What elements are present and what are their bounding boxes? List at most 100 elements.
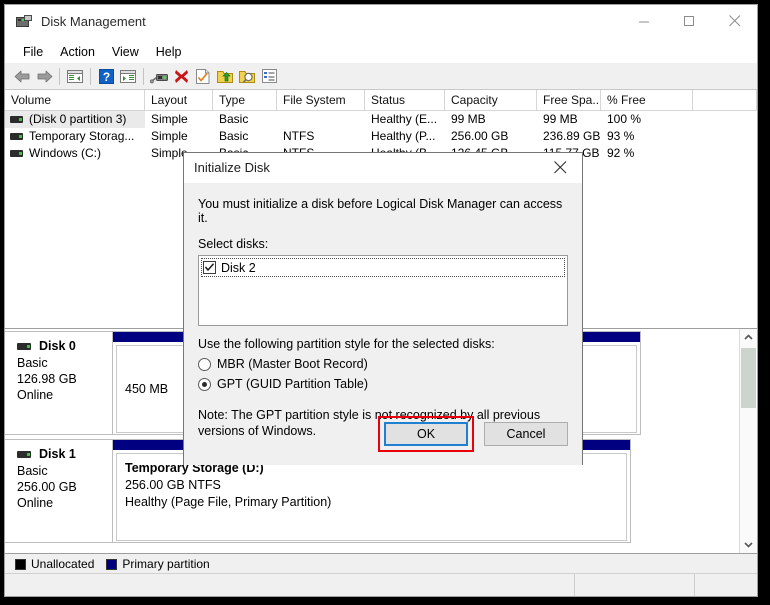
column-header-volume[interactable]: Volume bbox=[5, 90, 145, 110]
list-item[interactable]: Disk 2 bbox=[202, 259, 564, 276]
disk-title: Disk 0 bbox=[17, 339, 112, 353]
menu-bar: File Action View Help bbox=[5, 40, 757, 63]
disk-listbox[interactable]: Disk 2 bbox=[198, 255, 568, 326]
legend-label: Unallocated bbox=[31, 557, 94, 571]
cell-volume: (Disk 0 partition 3) bbox=[5, 111, 145, 128]
status-pane-1 bbox=[575, 574, 695, 596]
table-row[interactable]: (Disk 0 partition 3) Simple Basic Health… bbox=[5, 111, 757, 128]
cell-free-space: 99 MB bbox=[537, 111, 601, 128]
partition-size: 450 MB bbox=[125, 381, 168, 398]
menu-help[interactable]: Help bbox=[148, 42, 191, 62]
radio-mbr-indicator[interactable] bbox=[198, 358, 211, 371]
dialog-title-bar: Initialize Disk bbox=[184, 153, 582, 183]
legend-item-primary-partition: Primary partition bbox=[106, 557, 209, 571]
caption-buttons bbox=[622, 5, 757, 37]
column-header-capacity[interactable]: Capacity bbox=[445, 90, 537, 110]
initialize-disk-dialog: Initialize Disk You must initialize a di… bbox=[183, 152, 583, 465]
details-view-icon[interactable] bbox=[258, 65, 280, 87]
column-header-layout[interactable]: Layout bbox=[145, 90, 213, 110]
disk-info-1[interactable]: Disk 1 Basic 256.00 GB Online bbox=[5, 439, 113, 543]
partition-size: 256.00 GB NTFS bbox=[125, 477, 618, 494]
column-header-percent-free[interactable]: % Free bbox=[601, 90, 693, 110]
dialog-intro-text: You must initialize a disk before Logica… bbox=[198, 183, 568, 225]
show-hide-console-tree-icon[interactable] bbox=[64, 65, 86, 87]
menu-view[interactable]: View bbox=[104, 42, 148, 62]
cell-type: Basic bbox=[213, 128, 277, 145]
disk-name: Disk 0 bbox=[39, 339, 76, 353]
search-icon[interactable] bbox=[236, 65, 258, 87]
cell-status: Healthy (E... bbox=[365, 111, 445, 128]
help-icon[interactable]: ? bbox=[95, 65, 117, 87]
cell-volume: Temporary Storag... bbox=[5, 128, 145, 145]
toolbar-separator bbox=[90, 68, 91, 85]
toolbar-separator bbox=[59, 68, 60, 85]
toolbar: ? bbox=[5, 63, 757, 90]
export-list-icon[interactable] bbox=[214, 65, 236, 87]
select-disks-label: Select disks: bbox=[198, 237, 568, 251]
back-icon[interactable] bbox=[11, 65, 33, 87]
cancel-button[interactable]: Cancel bbox=[484, 422, 568, 446]
disk-management-icon bbox=[16, 15, 32, 29]
disk-info-0[interactable]: Disk 0 Basic 126.98 GB Online bbox=[5, 331, 113, 435]
column-header-type[interactable]: Type bbox=[213, 90, 277, 110]
toolbar-separator bbox=[143, 68, 144, 85]
properties-icon[interactable] bbox=[192, 65, 214, 87]
close-button[interactable] bbox=[712, 5, 757, 37]
disk-state: Online bbox=[17, 495, 112, 511]
disk-name: Disk 1 bbox=[39, 447, 76, 461]
column-header-blank[interactable] bbox=[693, 90, 757, 110]
scroll-down-icon[interactable] bbox=[740, 536, 757, 553]
cell-volume: Windows (C:) bbox=[5, 145, 145, 162]
maximize-button[interactable] bbox=[667, 5, 712, 37]
radio-mbr-label: MBR (Master Boot Record) bbox=[217, 357, 368, 371]
cell-free-space: 236.89 GB bbox=[537, 128, 601, 145]
disk-label: Disk 2 bbox=[221, 261, 256, 275]
minimize-button[interactable] bbox=[622, 5, 667, 37]
svg-text:?: ? bbox=[102, 70, 109, 84]
cell-capacity: 256.00 GB bbox=[445, 128, 537, 145]
menu-action[interactable]: Action bbox=[52, 42, 104, 62]
radio-gpt[interactable]: GPT (GUID Partition Table) bbox=[198, 377, 568, 391]
cell-type: Basic bbox=[213, 111, 277, 128]
column-header-free-space[interactable]: Free Spa... bbox=[537, 90, 601, 110]
cell-status: Healthy (P... bbox=[365, 128, 445, 145]
disk-title: Disk 1 bbox=[17, 447, 112, 461]
disk-type: Basic bbox=[17, 463, 112, 479]
disk-size: 256.00 GB bbox=[17, 479, 112, 495]
cell-text: Temporary Storag... bbox=[29, 129, 134, 143]
column-header-status[interactable]: Status bbox=[365, 90, 445, 110]
cell-layout: Simple bbox=[145, 128, 213, 145]
forward-icon[interactable] bbox=[33, 65, 55, 87]
scroll-up-icon[interactable] bbox=[740, 329, 757, 346]
cell-percent-free: 92 % bbox=[601, 145, 693, 162]
rescan-disks-icon[interactable] bbox=[148, 65, 170, 87]
dialog-close-button[interactable] bbox=[538, 153, 582, 182]
show-hide-action-pane-icon[interactable] bbox=[117, 65, 139, 87]
dialog-buttons: OK Cancel bbox=[378, 416, 568, 452]
legend-swatch-unallocated bbox=[15, 559, 26, 570]
disk-icon bbox=[17, 343, 31, 350]
disk-pane-scrollbar[interactable] bbox=[739, 329, 757, 553]
legend-item-unallocated: Unallocated bbox=[15, 557, 94, 571]
delete-icon[interactable] bbox=[170, 65, 192, 87]
legend-label: Primary partition bbox=[122, 557, 209, 571]
table-row[interactable]: Temporary Storag... Simple Basic NTFS He… bbox=[5, 128, 757, 145]
dialog-title: Initialize Disk bbox=[194, 160, 270, 175]
ok-button[interactable]: OK bbox=[384, 422, 468, 446]
cell-layout: Simple bbox=[145, 111, 213, 128]
radio-gpt-indicator[interactable] bbox=[198, 378, 211, 391]
column-header-file-system[interactable]: File System bbox=[277, 90, 365, 110]
scrollbar-thumb[interactable] bbox=[741, 348, 756, 408]
partition-style-label: Use the following partition style for th… bbox=[198, 337, 568, 351]
window-title: Disk Management bbox=[41, 14, 146, 29]
radio-mbr[interactable]: MBR (Master Boot Record) bbox=[198, 357, 568, 371]
disk-checkbox[interactable] bbox=[203, 261, 216, 274]
cell-percent-free: 93 % bbox=[601, 128, 693, 145]
menu-file[interactable]: File bbox=[15, 42, 52, 62]
legend-swatch-primary-partition bbox=[106, 559, 117, 570]
cell-text: (Disk 0 partition 3) bbox=[29, 112, 126, 126]
volume-list-header: Volume Layout Type File System Status Ca… bbox=[5, 90, 757, 111]
legend: Unallocated Primary partition bbox=[5, 554, 757, 575]
title-bar: Disk Management bbox=[5, 5, 757, 40]
volume-icon bbox=[10, 150, 23, 157]
